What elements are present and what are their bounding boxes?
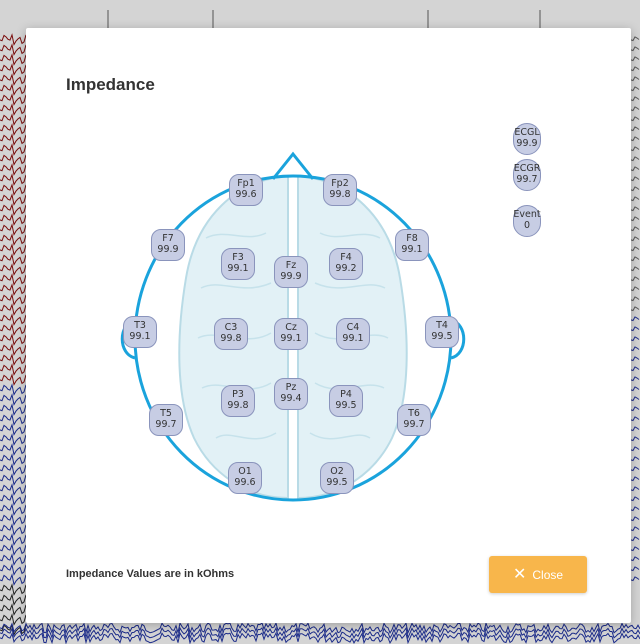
- electrode-f7[interactable]: F7 99.9: [151, 229, 185, 261]
- electrode-impedance-value: 99.6: [235, 189, 257, 200]
- electrode-impedance-value: 99.2: [335, 263, 357, 274]
- electrode-impedance-value: 99.5: [431, 331, 453, 342]
- electrode-impedance-value: 99.8: [227, 400, 249, 411]
- electrode-impedance-value: 99.5: [326, 477, 348, 488]
- electrode-impedance-value: 99.1: [280, 333, 302, 344]
- electrode-impedance-value: 99.8: [220, 333, 242, 344]
- electrode-impedance-value: 0: [523, 220, 531, 231]
- electrode-impedance-value: 99.1: [129, 331, 151, 342]
- electrode-impedance-value: 99.4: [280, 393, 302, 404]
- electrode-t5[interactable]: T5 99.7: [149, 404, 183, 436]
- electrode-c4[interactable]: C4 99.1: [336, 318, 370, 350]
- electrode-f4[interactable]: F4 99.2: [329, 248, 363, 280]
- electrode-impedance-value: 99.7: [403, 419, 425, 430]
- electrode-ecgr[interactable]: ECGR 99.7: [513, 159, 541, 191]
- electrode-p3[interactable]: P3 99.8: [221, 385, 255, 417]
- electrode-f3[interactable]: F3 99.1: [221, 248, 255, 280]
- electrode-impedance-value: 99.6: [234, 477, 256, 488]
- electrode-t4[interactable]: T4 99.5: [425, 316, 459, 348]
- electrode-t3[interactable]: T3 99.1: [123, 316, 157, 348]
- electrode-fp1[interactable]: Fp1 99.6: [229, 174, 263, 206]
- electrode-p4[interactable]: P4 99.5: [329, 385, 363, 417]
- electrode-fz[interactable]: Fz 99.9: [274, 256, 308, 288]
- electrode-pz[interactable]: Pz 99.4: [274, 378, 308, 410]
- close-button-label: Close: [532, 567, 564, 582]
- electrode-impedance-value: 99.5: [335, 400, 357, 411]
- electrode-impedance-value: 99.1: [401, 244, 423, 255]
- electrode-impedance-value: 99.9: [157, 244, 179, 255]
- electrode-impedance-value: 99.9: [516, 138, 538, 149]
- electrode-impedance-value: 99.7: [516, 174, 538, 185]
- electrode-fp2[interactable]: Fp2 99.8: [323, 174, 357, 206]
- electrode-impedance-value: 99.7: [155, 419, 177, 430]
- electrode-f8[interactable]: F8 99.1: [395, 229, 429, 261]
- head-map: [120, 151, 466, 502]
- electrode-impedance-value: 99.1: [342, 333, 364, 344]
- electrode-o2[interactable]: O2 99.5: [320, 462, 354, 494]
- electrode-event[interactable]: Event 0: [513, 205, 541, 237]
- electrode-o1[interactable]: O1 99.6: [228, 462, 262, 494]
- electrode-impedance-value: 99.8: [329, 189, 351, 200]
- close-button[interactable]: ✕ Close: [489, 556, 587, 593]
- close-icon: ✕: [512, 565, 527, 583]
- electrode-t6[interactable]: T6 99.7: [397, 404, 431, 436]
- electrode-c3[interactable]: C3 99.8: [214, 318, 248, 350]
- impedance-units-note: Impedance Values are in kOhms: [66, 568, 235, 580]
- electrode-ecgl[interactable]: ECGL 99.9: [513, 123, 541, 155]
- electrode-impedance-value: 99.1: [227, 263, 249, 274]
- electrode-cz[interactable]: Cz 99.1: [274, 318, 308, 350]
- electrode-impedance-value: 99.9: [280, 271, 302, 282]
- impedance-dialog: Impedance Fp1 99.6 Fp2 99.8 F7 99.9 F8 9…: [26, 28, 631, 623]
